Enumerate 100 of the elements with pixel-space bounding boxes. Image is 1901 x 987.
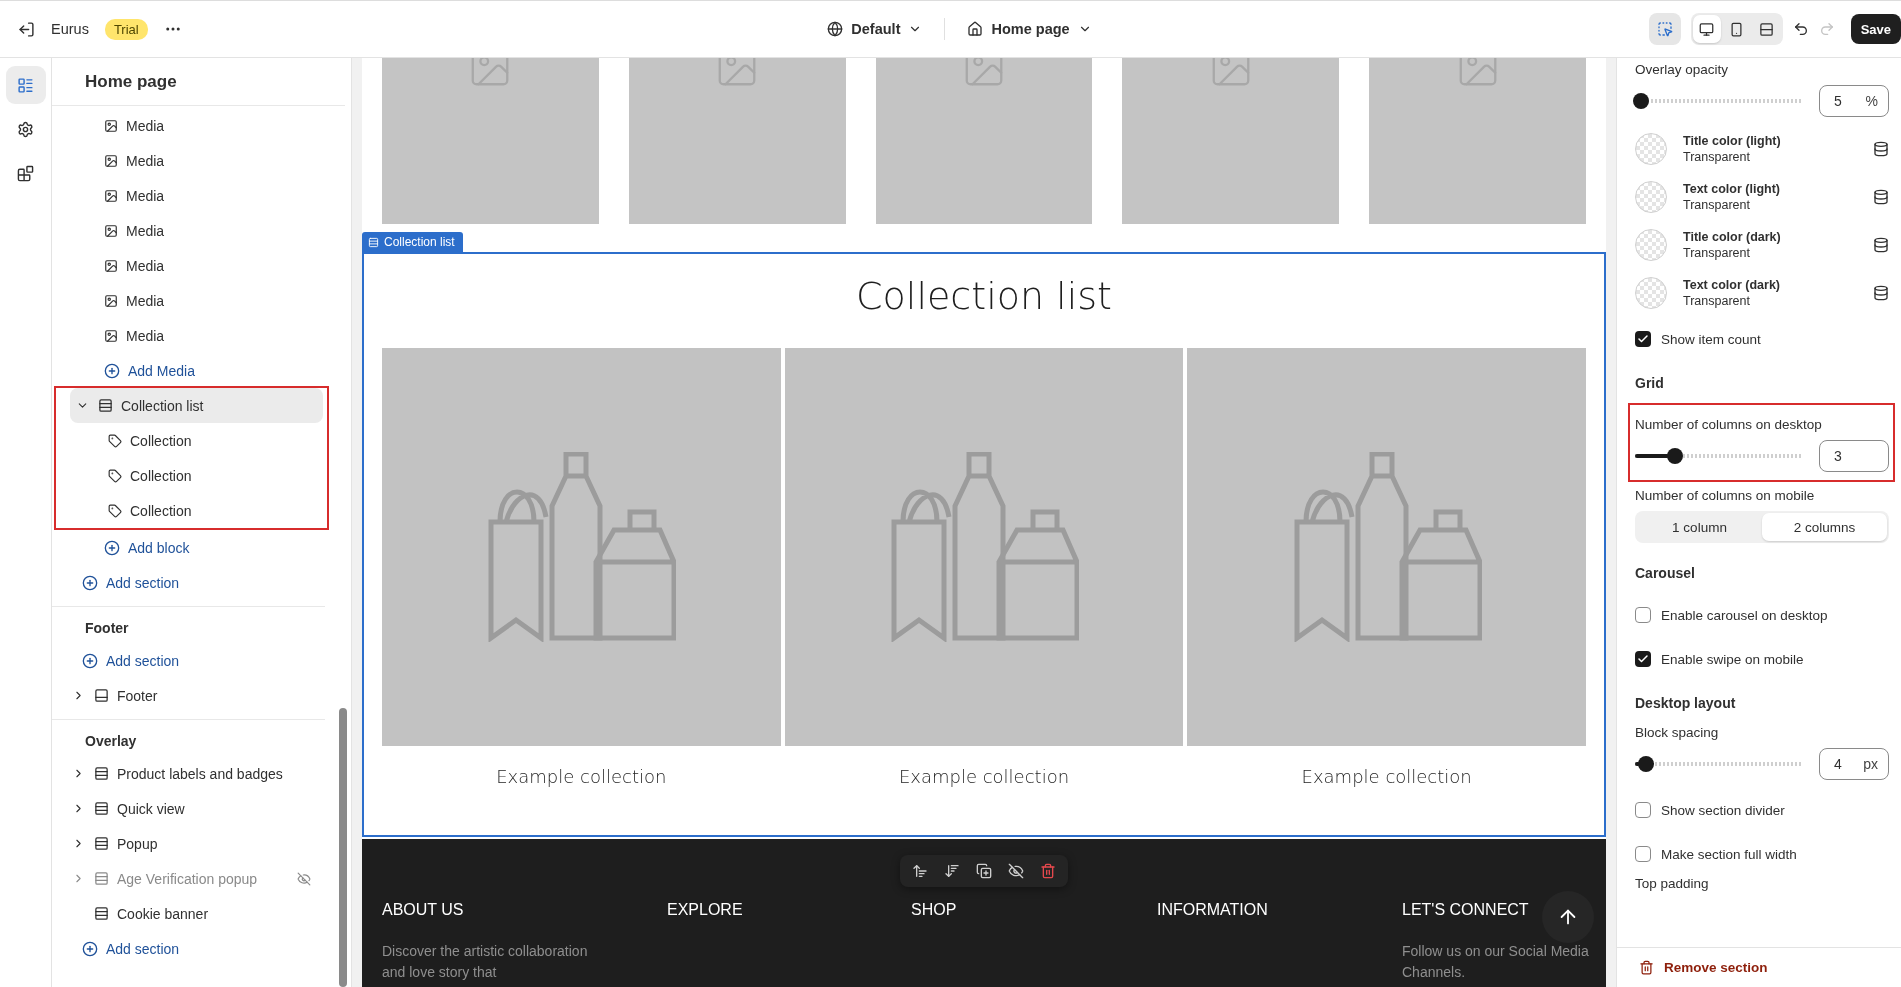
color-value: Transparent bbox=[1683, 245, 1751, 261]
section-row[interactable]: Collection list bbox=[70, 388, 323, 423]
checkbox[interactable] bbox=[1635, 846, 1651, 862]
save-button[interactable]: Save bbox=[1850, 14, 1901, 44]
add-icon bbox=[82, 652, 98, 669]
move-down-icon[interactable] bbox=[944, 863, 960, 879]
segmented-control[interactable]: 1 column 2 columns bbox=[1635, 511, 1889, 543]
trial-badge: Trial bbox=[104, 18, 148, 40]
slider-thumb[interactable] bbox=[1638, 756, 1655, 772]
block-row[interactable]: Collection bbox=[70, 423, 323, 458]
color-swatch[interactable] bbox=[1635, 133, 1667, 165]
hide-icon[interactable] bbox=[1008, 863, 1024, 879]
checkbox-label: Enable swipe on mobile bbox=[1661, 651, 1804, 667]
setting-label: Block spacing bbox=[1635, 725, 1720, 740]
number-field[interactable]: 5 % bbox=[1819, 85, 1889, 117]
section-row[interactable]: Age Verification popup bbox=[66, 861, 325, 896]
collection-title[interactable]: Example collection bbox=[496, 766, 667, 787]
store-name: Eurus bbox=[51, 21, 89, 37]
section-row[interactable]: Product labels and badges bbox=[66, 756, 325, 791]
blocks-icon bbox=[17, 164, 34, 182]
image-icon bbox=[104, 118, 118, 133]
rows-icon bbox=[1759, 21, 1775, 37]
checkbox[interactable] bbox=[1635, 331, 1651, 347]
settings-icon bbox=[17, 120, 34, 138]
section-row[interactable]: Footer bbox=[66, 678, 325, 713]
group-title: Overlay bbox=[84, 732, 138, 751]
add-icon bbox=[82, 940, 98, 957]
section-row[interactable]: Cookie banner bbox=[66, 896, 325, 931]
section-row[interactable]: Quick view bbox=[66, 791, 325, 826]
page-picker[interactable]: Home page bbox=[959, 15, 1100, 43]
section-icon bbox=[368, 236, 379, 248]
database-icon[interactable] bbox=[1873, 237, 1889, 253]
home-icon bbox=[967, 21, 984, 37]
slider-thumb[interactable] bbox=[1633, 93, 1649, 109]
collection-title[interactable]: Example collection bbox=[1301, 766, 1472, 787]
section-title: Collection list bbox=[855, 274, 1113, 320]
delete-icon[interactable] bbox=[1040, 863, 1056, 879]
database-icon[interactable] bbox=[1873, 189, 1889, 205]
add-icon bbox=[104, 539, 120, 556]
sections-icon bbox=[17, 76, 34, 94]
block-row[interactable]: Collection bbox=[70, 493, 323, 528]
phone-icon bbox=[1729, 21, 1745, 37]
add-link[interactable]: Add block bbox=[66, 530, 325, 565]
database-icon[interactable] bbox=[1873, 141, 1889, 157]
add-link[interactable]: Add Media bbox=[66, 353, 325, 388]
footer-heading: EXPLORE bbox=[667, 901, 743, 920]
color-value: Transparent bbox=[1683, 293, 1751, 309]
trash-icon bbox=[1639, 960, 1654, 975]
footer-text: Discover the artistic collaboration and love story that bbox=[382, 942, 589, 982]
block-row[interactable]: Media bbox=[66, 318, 325, 353]
section-frame[interactable]: Collection list Example collection Example collection Example collection bbox=[362, 252, 1606, 837]
block-row[interactable]: Media bbox=[66, 213, 325, 248]
block-row[interactable]: Media bbox=[66, 248, 325, 283]
add-link[interactable]: Add section bbox=[66, 931, 325, 966]
checkbox-label: Show section divider bbox=[1661, 802, 1785, 818]
scrollbar[interactable] bbox=[339, 708, 347, 987]
undo-icon[interactable] bbox=[1792, 21, 1809, 37]
number-field[interactable]: 3 bbox=[1819, 440, 1889, 472]
section-tag-label: Collection list bbox=[384, 235, 455, 249]
color-swatch[interactable] bbox=[1635, 229, 1667, 261]
block-row[interactable]: Collection bbox=[70, 458, 323, 493]
collection-title[interactable]: Example collection bbox=[898, 766, 1070, 787]
duplicate-icon[interactable] bbox=[976, 863, 992, 879]
add-link[interactable]: Add section bbox=[66, 565, 325, 600]
exit-icon[interactable] bbox=[18, 20, 35, 38]
move-up-icon[interactable] bbox=[912, 863, 928, 879]
section-icon bbox=[94, 906, 109, 921]
device-button[interactable] bbox=[1692, 15, 1721, 43]
checkbox-label: Enable carousel on desktop bbox=[1661, 607, 1828, 623]
database-icon[interactable] bbox=[1873, 285, 1889, 301]
inspector-button[interactable] bbox=[1648, 13, 1681, 45]
segment-option[interactable]: 1 column bbox=[1637, 513, 1762, 541]
theme-picker[interactable]: Default bbox=[819, 15, 931, 43]
group-title: Footer bbox=[84, 619, 130, 638]
slider-thumb[interactable] bbox=[1666, 448, 1683, 464]
image-icon bbox=[104, 153, 118, 168]
color-swatch[interactable] bbox=[1635, 181, 1667, 213]
segment-option[interactable]: 2 columns bbox=[1762, 513, 1887, 541]
checkbox[interactable] bbox=[1635, 802, 1651, 818]
block-row[interactable]: Media bbox=[66, 283, 325, 318]
add-link[interactable]: Add section bbox=[66, 643, 325, 678]
section-row[interactable]: Popup bbox=[66, 826, 325, 861]
hidden-icon[interactable] bbox=[297, 871, 311, 886]
color-swatch[interactable] bbox=[1635, 277, 1667, 309]
back-to-top-button[interactable] bbox=[1542, 891, 1594, 943]
checkbox-label: Make section full width bbox=[1661, 846, 1797, 862]
tag-icon bbox=[108, 433, 122, 448]
footer-heading: INFORMATION bbox=[1157, 901, 1268, 920]
block-row[interactable]: Media bbox=[66, 178, 325, 213]
checkbox[interactable] bbox=[1635, 607, 1651, 623]
remove-section-button[interactable]: Remove section bbox=[1617, 947, 1901, 987]
image-icon bbox=[104, 328, 118, 343]
sidebar-title: Home page bbox=[52, 58, 345, 106]
checkbox[interactable] bbox=[1635, 651, 1651, 667]
section-tag[interactable]: Collection list bbox=[362, 232, 463, 252]
setting-label: Number of columns on desktop bbox=[1635, 417, 1823, 432]
block-row[interactable]: Media bbox=[66, 143, 325, 178]
block-row[interactable]: Media bbox=[66, 108, 325, 143]
check-icon bbox=[1637, 333, 1649, 345]
number-field[interactable]: 4 px bbox=[1819, 748, 1889, 780]
